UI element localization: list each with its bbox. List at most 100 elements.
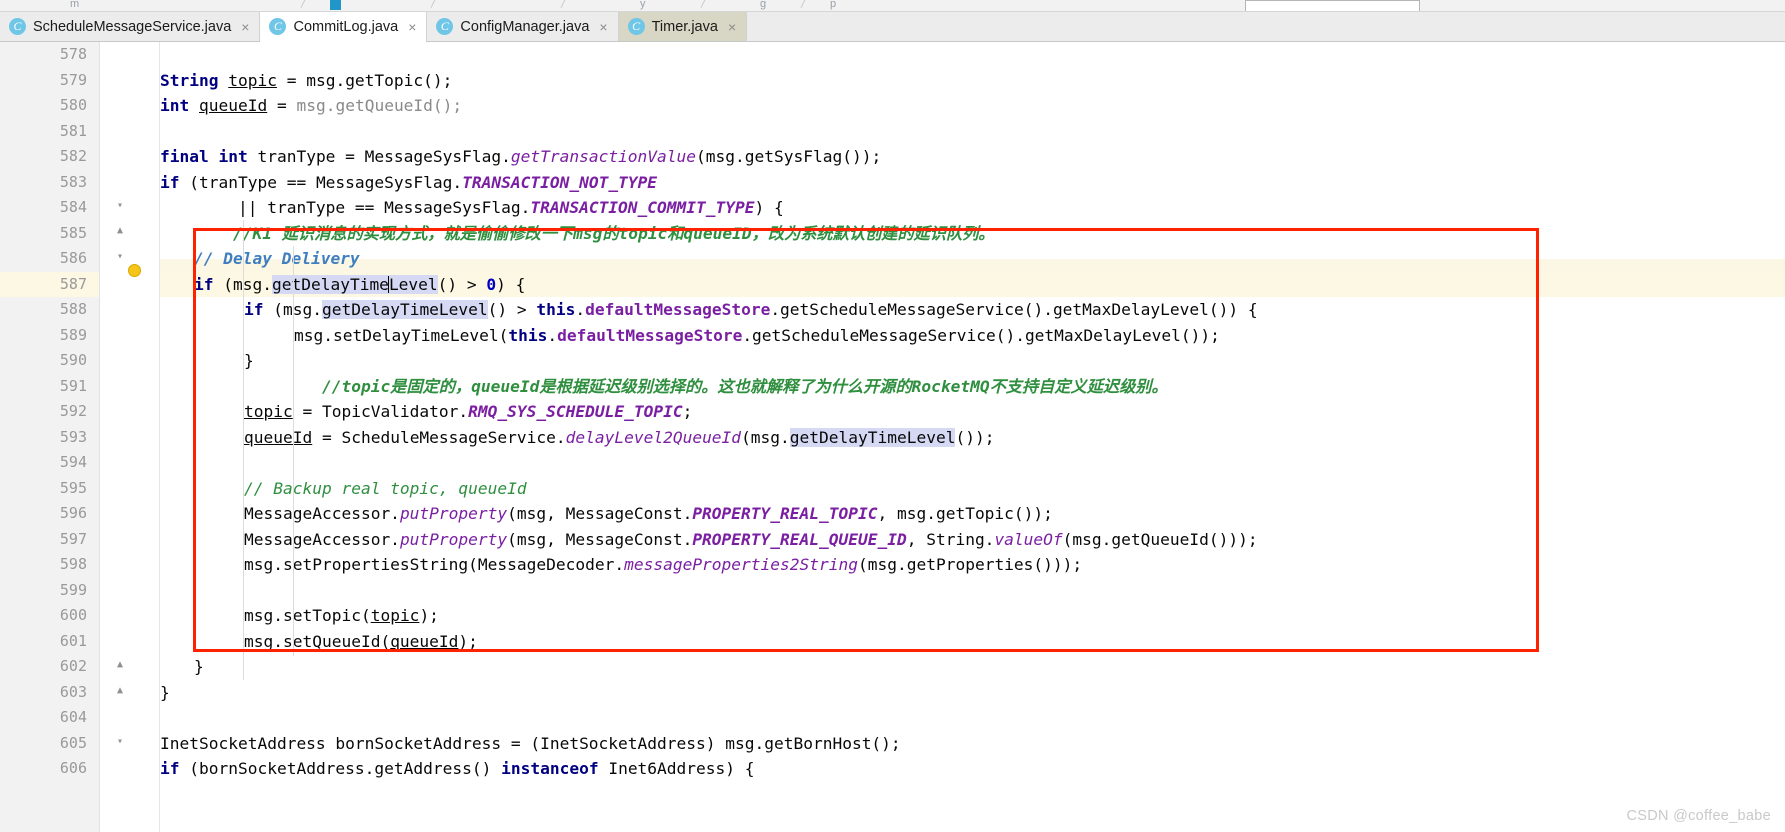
code-row-592[interactable]: topic = TopicValidator.RMQ_SYS_SCHEDULE_… <box>160 399 1785 425</box>
line-number: 603 <box>59 682 87 701</box>
code-row-579[interactable]: String topic = msg.getTopic(); <box>160 68 1785 94</box>
line-number: 583 <box>59 172 87 191</box>
fold-collapse-icon[interactable]: ▾ <box>114 200 126 212</box>
line-number: 599 <box>59 580 87 599</box>
line-number: 598 <box>59 555 87 573</box>
code-row-606[interactable]: if (bornSocketAddress.getAddress() insta… <box>160 756 1785 782</box>
code-row-605[interactable]: InetSocketAddress bornSocketAddress = (I… <box>160 731 1785 757</box>
code-row-591[interactable]: //topic是固定的，queueId是根据延迟级别选择的。这也就解释了为什么开… <box>160 374 1785 400</box>
toolbar-separator-2: / <box>430 0 437 10</box>
fold-collapse-icon[interactable]: ▾ <box>114 251 126 263</box>
code-row-588[interactable]: if (msg.getDelayTimeLevel() > this.defau… <box>160 297 1785 323</box>
toolbar-ghost-item-2[interactable]: y <box>640 0 646 10</box>
close-icon[interactable]: × <box>599 19 607 35</box>
tab-commitlog[interactable]: C CommitLog.java × <box>260 12 428 42</box>
chinese-comment-topic: //topic是固定的，queueId是根据延迟级别选择的。这也就解释了为什么开… <box>244 376 1168 396</box>
java-class-icon: C <box>269 18 287 35</box>
toolbar-separator-1: / <box>300 0 307 10</box>
java-class-icon: C <box>627 18 645 35</box>
editor-tab-bar: C ScheduleMessageService.java × C Commit… <box>0 12 1785 42</box>
close-icon[interactable]: × <box>728 19 736 35</box>
code-row-589[interactable]: msg.setDelayTimeLevel(this.defaultMessag… <box>160 323 1785 349</box>
line-number: 587 <box>59 274 87 293</box>
indent-guide <box>243 220 244 680</box>
indent-guide <box>293 246 294 656</box>
line-number: 596 <box>59 504 87 522</box>
line-number: 605 <box>59 733 87 752</box>
code-row-603[interactable]: } <box>160 680 1785 706</box>
line-number: 592 <box>59 402 87 420</box>
code-row-598[interactable]: msg.setPropertiesString(MessageDecoder.m… <box>160 552 1785 578</box>
tab-configmanager[interactable]: C ConfigManager.java × <box>427 12 619 41</box>
code-row-581[interactable] <box>160 119 1785 145</box>
close-icon[interactable]: × <box>408 19 416 35</box>
tab-schedulemessageservice[interactable]: C ScheduleMessageService.java × <box>0 12 261 41</box>
fold-collapse-icon[interactable]: ▲ <box>114 225 126 237</box>
line-number: 591 <box>59 376 87 395</box>
code-row-582[interactable]: final int tranType = MessageSysFlag.getT… <box>160 144 1785 170</box>
code-row-597[interactable]: MessageAccessor.putProperty(msg, Message… <box>160 527 1785 553</box>
java-class-icon: C <box>9 18 26 35</box>
fold-collapse-icon[interactable]: ▲ <box>114 685 126 697</box>
line-number: 589 <box>59 325 87 344</box>
code-row-604[interactable] <box>160 705 1785 731</box>
code-row-585[interactable]: //K1 延识消息的实现方式，就是偷偷修改一下msg的topic和queueID… <box>160 221 1785 247</box>
code-row-594[interactable] <box>160 450 1785 476</box>
tab-timer[interactable]: C Timer.java × <box>618 12 748 41</box>
code-row-593[interactable]: queueId = ScheduleMessageService.delayLe… <box>160 425 1785 451</box>
intention-bulb-icon[interactable] <box>128 264 141 277</box>
fold-marker-bar[interactable]: ▾ ▲ ▾ ▲ ▲ ▾ <box>100 42 160 832</box>
fold-collapse-icon[interactable]: ▲ <box>114 659 126 671</box>
code-row-596[interactable]: MessageAccessor.putProperty(msg, Message… <box>160 501 1785 527</box>
code-row-602[interactable]: } <box>160 654 1785 680</box>
line-number: 595 <box>59 478 87 497</box>
close-icon[interactable]: × <box>241 19 249 35</box>
watermark: CSDN @coffee_babe <box>1626 808 1771 824</box>
toolbar-strip: m / / / y / g / p <box>0 0 1785 12</box>
code-row-600[interactable]: msg.setTopic(topic); <box>160 603 1785 629</box>
line-number: 597 <box>59 529 87 548</box>
code-row-590[interactable]: } <box>160 348 1785 374</box>
line-number-gutter: 578 579 580 581 582 583 584 585 586 587 … <box>0 42 100 832</box>
line-number: 600 <box>59 606 87 624</box>
code-content[interactable]: String topic = msg.getTopic(); int queue… <box>160 42 1785 832</box>
fold-collapse-icon[interactable]: ▾ <box>114 736 126 748</box>
code-row-601[interactable]: msg.setQueueId(queueId); <box>160 629 1785 655</box>
code-row-586[interactable]: // Delay Delivery <box>160 246 1785 272</box>
line-number: 585 <box>59 223 87 242</box>
line-number: 601 <box>59 631 87 650</box>
code-row-584[interactable]: || tranType == MessageSysFlag.TRANSACTIO… <box>160 195 1785 221</box>
toolbar-separator-4: / <box>700 0 707 10</box>
line-number: 582 <box>59 147 87 165</box>
line-number: 580 <box>59 96 87 114</box>
toolbar-separator-3: / <box>560 0 567 10</box>
code-row-595[interactable]: // Backup real topic, queueId <box>160 476 1785 502</box>
line-number: 588 <box>59 300 87 318</box>
java-class-icon: C <box>436 18 454 35</box>
toolbar-module-icon[interactable] <box>330 0 341 10</box>
tab-label: ConfigManager.java <box>460 18 590 35</box>
chinese-comment-k1: //K1 延识消息的实现方式，就是偷偷修改一下msg的topic和queueID… <box>194 223 995 243</box>
line-number: 590 <box>59 351 87 369</box>
code-row-578[interactable] <box>160 42 1785 68</box>
line-number: 604 <box>59 708 87 726</box>
line-number: 578 <box>59 45 87 63</box>
code-row-580[interactable]: int queueId = msg.getQueueId(); <box>160 93 1785 119</box>
code-row-583[interactable]: if (tranType == MessageSysFlag.TRANSACTI… <box>160 170 1785 196</box>
toolbar-ghost-item-3[interactable]: g <box>760 0 766 10</box>
line-number: 584 <box>59 198 87 216</box>
code-editor[interactable]: 578 579 580 581 582 583 584 585 586 587 … <box>0 42 1785 832</box>
code-row-599[interactable] <box>160 578 1785 604</box>
line-number: 602 <box>59 657 87 675</box>
tab-label: ScheduleMessageService.java <box>33 18 232 35</box>
line-number: 594 <box>59 453 87 471</box>
tab-label: CommitLog.java <box>293 18 399 35</box>
line-number: 586 <box>59 249 87 267</box>
run-configuration-selector[interactable] <box>1245 0 1420 11</box>
line-number: 579 <box>59 70 87 89</box>
toolbar-ghost-item-4[interactable]: p <box>830 0 836 10</box>
toolbar-ghost-item-1[interactable]: m <box>70 0 79 10</box>
line-number: 593 <box>59 427 87 446</box>
tab-label: Timer.java <box>651 18 718 35</box>
code-row-587[interactable]: if (msg.getDelayTimeLevel() > 0) { <box>160 271 1785 297</box>
